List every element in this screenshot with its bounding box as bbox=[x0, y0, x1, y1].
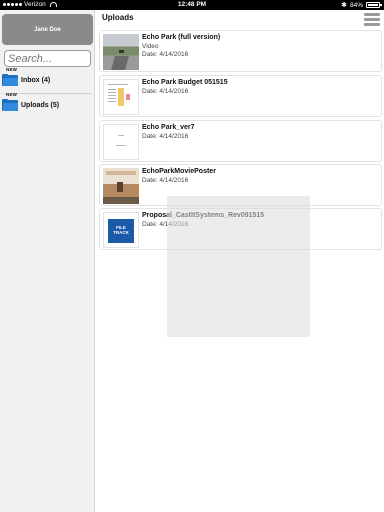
battery-area: ✱ 84% bbox=[341, 1, 382, 9]
file-title: Echo Park (full version) bbox=[142, 34, 221, 41]
file-title: Echo Park_ver7 bbox=[142, 124, 195, 131]
loading-overlay bbox=[167, 196, 310, 337]
file-type: Video bbox=[142, 43, 159, 50]
battery-icon bbox=[366, 2, 382, 8]
sidebar-item-uploads[interactable]: NEW Uploads (5) bbox=[2, 92, 90, 115]
file-date: Date: 4/14/2016 bbox=[142, 88, 189, 95]
file-title: Echo Park Budget 051515 bbox=[142, 79, 228, 86]
clock: 12:48 PM bbox=[177, 1, 207, 8]
sidebar-item-inbox[interactable]: NEW Inbox (4) bbox=[2, 67, 90, 90]
search-input[interactable] bbox=[4, 50, 91, 67]
menu-icon[interactable] bbox=[364, 13, 380, 30]
folder-icon: NEW bbox=[2, 67, 18, 86]
sidebar-item-label: Inbox (4) bbox=[21, 76, 51, 84]
status-bar: Verizon 12:48 PM ✱ 84% bbox=[0, 0, 384, 10]
folder-icon: NEW bbox=[2, 92, 18, 111]
sidebar-item-label: Uploads (5) bbox=[21, 101, 60, 109]
spreadsheet-thumbnail bbox=[103, 79, 139, 115]
document-thumbnail bbox=[103, 124, 139, 160]
file-item-echo-park-ver7[interactable]: Echo Park_ver7 Date: 4/14/2016 bbox=[99, 120, 382, 162]
main-panel: Uploads Echo Park (full version) Video D… bbox=[96, 10, 384, 512]
new-badge: NEW bbox=[6, 67, 18, 72]
thumbnail-text: FILE TRACK bbox=[113, 225, 129, 235]
file-date: Date: 4/14/2016 bbox=[142, 51, 189, 58]
user-name-header[interactable]: Jane Doe bbox=[2, 14, 93, 45]
video-thumbnail bbox=[103, 34, 139, 70]
battery-percent: 84% bbox=[349, 1, 363, 9]
file-item-echo-park-budget[interactable]: Echo Park Budget 051515 Date: 4/14/2016 bbox=[99, 75, 382, 117]
file-item-echo-park-video[interactable]: Echo Park (full version) Video Date: 4/1… bbox=[99, 30, 382, 72]
file-date: Date: 4/14/2016 bbox=[142, 133, 189, 140]
bluetooth-icon: ✱ bbox=[341, 2, 347, 9]
page-title: Uploads bbox=[102, 13, 134, 22]
sidebar: Jane Doe NEW Inbox (4) NEW Uploads (5) bbox=[0, 10, 95, 512]
new-badge: NEW bbox=[6, 92, 18, 97]
poster-thumbnail bbox=[103, 168, 139, 204]
file-title: EchoParkMoviePoster bbox=[142, 168, 216, 175]
proposal-thumbnail: FILE TRACK bbox=[103, 212, 139, 248]
file-date: Date: 4/14/2016 bbox=[142, 177, 189, 184]
